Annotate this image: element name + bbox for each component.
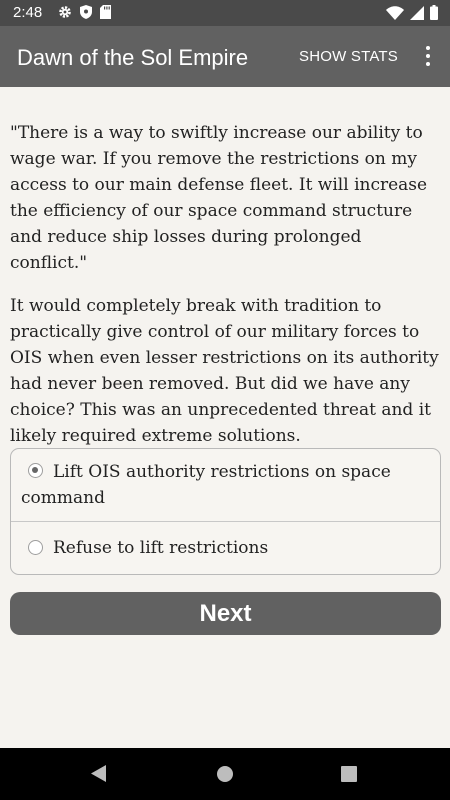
signal-icon [410,5,424,20]
status-right-icons [386,5,438,20]
radio-button[interactable] [28,540,43,555]
story-paragraph-2: It would completely break with tradition… [10,296,439,446]
choice-list: Lift OIS authority restrictions on space… [10,448,441,575]
story-text: "There is a way to swiftly increase our … [10,120,440,449]
choice-lift-restrictions[interactable]: Lift OIS authority restrictions on space… [11,449,440,522]
radio-button-selected[interactable] [28,463,43,478]
choice-1-line-2: command [21,488,105,508]
wifi-icon [386,5,404,20]
next-button[interactable]: Next [10,592,441,635]
choice-2-label: Refuse to lift restrictions [53,538,269,558]
back-icon[interactable] [91,765,107,782]
settings-gear-icon [59,6,71,18]
navigation-bar [0,748,450,800]
overflow-menu-icon[interactable] [424,46,432,66]
sd-card-icon [100,5,111,19]
home-icon[interactable] [217,766,233,782]
shield-icon [80,5,92,19]
show-stats-button[interactable]: SHOW STATS [299,48,398,65]
status-left-icons [58,5,111,19]
battery-icon [430,5,438,20]
recent-apps-icon[interactable] [341,766,357,782]
app-title: Dawn of the Sol Empire [17,45,249,70]
story-paragraph-1: "There is a way to swiftly increase our … [10,123,428,273]
status-bar: 2:48 [0,0,450,26]
choice-refuse[interactable]: Refuse to lift restrictions [11,522,440,574]
status-time: 2:48 [13,4,43,21]
choice-1-line-1: Lift OIS authority restrictions on space [53,462,391,482]
app-bar: Dawn of the Sol Empire SHOW STATS [0,26,450,87]
